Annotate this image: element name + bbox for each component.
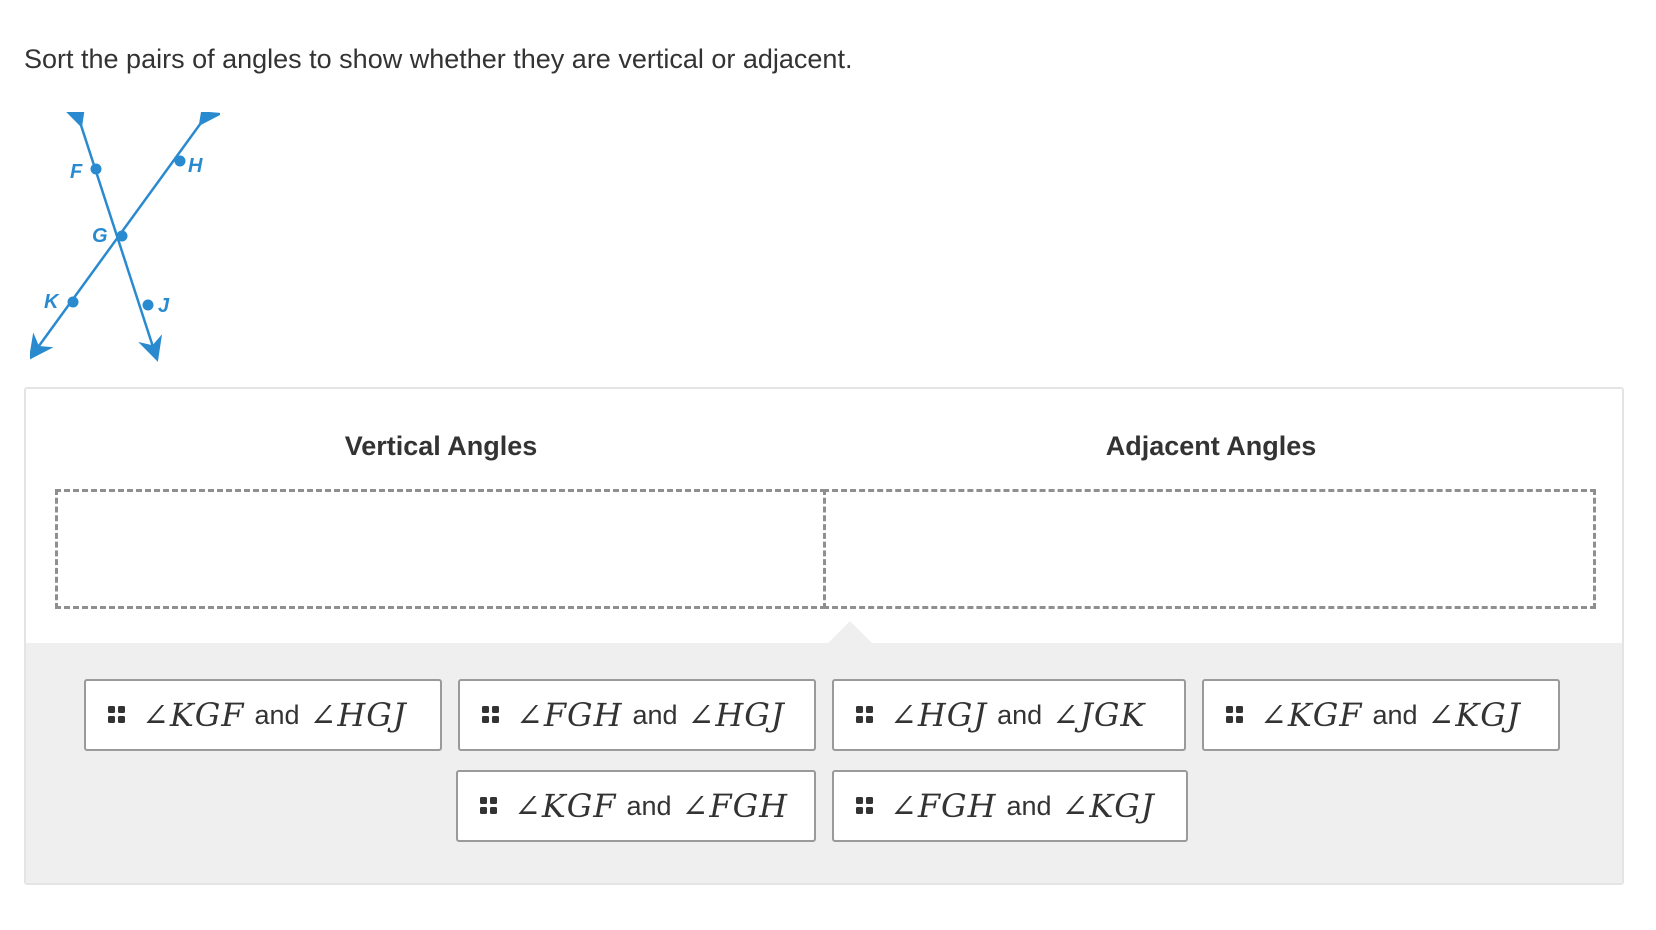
angle-a: ∠HGJ (890, 696, 988, 734)
answer-bank: ∠KGF and ∠HGJ ∠FGH and ∠HGJ ∠HGJ and ∠JG… (26, 643, 1622, 883)
angle-b: ∠KGJ (1427, 696, 1521, 734)
sorting-panel: Vertical Angles Adjacent Angles ∠KGF and… (24, 387, 1624, 885)
point-f (90, 163, 102, 175)
point-k (67, 296, 79, 308)
bank-notch (826, 621, 874, 645)
angle-pair-chip[interactable]: ∠KGF and ∠FGH (456, 770, 816, 842)
drag-grip-icon (108, 706, 126, 724)
point-h (174, 155, 186, 167)
label-k: K (44, 291, 60, 313)
label-f: F (70, 161, 83, 183)
drag-grip-icon (1226, 706, 1244, 724)
angle-pair-chip[interactable]: ∠KGF and ∠KGJ (1202, 679, 1560, 751)
drag-grip-icon (482, 706, 500, 724)
label-g: G (92, 225, 108, 247)
angle-a: ∠FGH (890, 787, 997, 825)
angle-b: ∠HGJ (309, 696, 407, 734)
line-fj (62, 112, 163, 362)
adjacent-angles-header: Adjacent Angles (1105, 431, 1317, 461)
angle-a: ∠KGF (514, 787, 617, 825)
angle-a: ∠KGF (142, 696, 245, 734)
question-prompt: Sort the pairs of angles to show whether… (24, 44, 853, 74)
angle-b: ∠FGH (681, 787, 789, 825)
conjunction: and (1372, 699, 1418, 730)
vertical-angles-dropzone[interactable] (55, 489, 826, 609)
angle-b: ∠JGK (1052, 696, 1146, 734)
adjacent-angles-dropzone[interactable] (823, 489, 1596, 609)
label-h: H (188, 155, 203, 177)
point-g (116, 230, 128, 242)
conjunction: and (626, 790, 672, 821)
conjunction: and (632, 699, 678, 730)
conjunction: and (254, 699, 300, 730)
drag-grip-icon (856, 797, 874, 815)
angle-pair-chip[interactable]: ∠HGJ and ∠JGK (832, 679, 1186, 751)
intersecting-lines-figure: F H G K J (30, 112, 220, 362)
angle-b: ∠HGJ (687, 696, 785, 734)
conjunction: and (1006, 790, 1052, 821)
angle-pair-chip[interactable]: ∠KGF and ∠HGJ (84, 679, 442, 751)
point-j (142, 299, 154, 311)
drag-grip-icon (480, 797, 498, 815)
angle-a: ∠KGF (1260, 696, 1363, 734)
drag-grip-icon (856, 706, 874, 724)
label-j: J (158, 295, 170, 317)
angle-pair-chip[interactable]: ∠FGH and ∠HGJ (458, 679, 816, 751)
angle-a: ∠FGH (516, 696, 623, 734)
conjunction: and (997, 699, 1043, 730)
vertical-angles-header: Vertical Angles (344, 431, 538, 461)
angle-pair-chip[interactable]: ∠FGH and ∠KGJ (832, 770, 1188, 842)
angle-b: ∠KGJ (1061, 787, 1155, 825)
